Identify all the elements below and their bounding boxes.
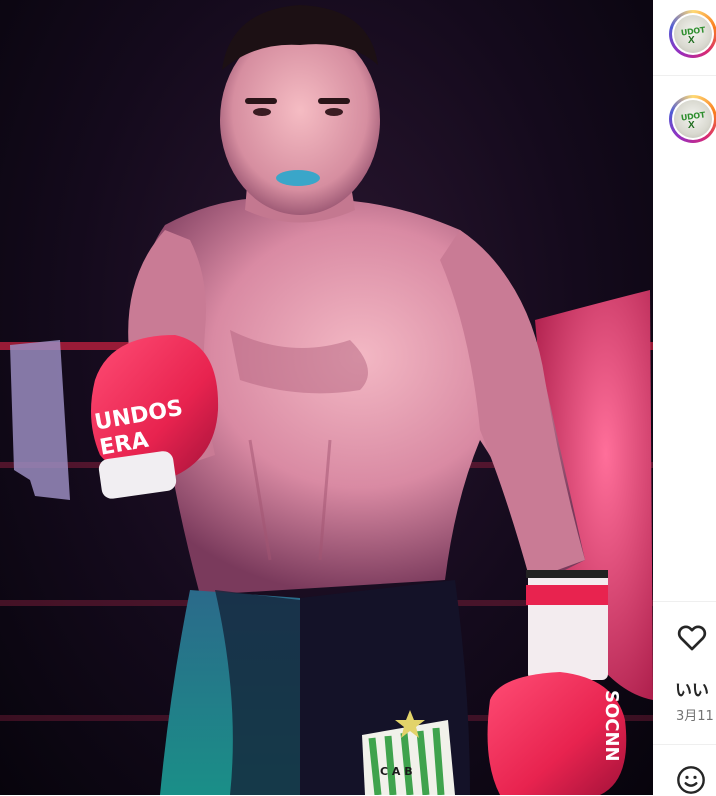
heart-icon[interactable] — [675, 620, 709, 654]
comment-row-2: UDOT X — [653, 76, 716, 151]
right-glove: SOCNN — [487, 672, 627, 795]
glove-text-right: SOCNN — [601, 690, 622, 762]
post-date[interactable]: 3月11 — [676, 705, 714, 724]
emoji-icon[interactable] — [675, 764, 707, 796]
section-divider — [653, 601, 716, 602]
mouthguard — [276, 170, 320, 186]
towel — [10, 340, 70, 500]
shorts-badge: C A B — [380, 765, 413, 778]
post-photo[interactable]: UNDOS ERA SOCNN C A B — [0, 0, 653, 795]
profile-avatar-1[interactable]: UDOT X — [669, 10, 716, 58]
comment-row-1: UDOT X — [653, 0, 716, 76]
boxer-shorts: C A B — [160, 580, 470, 795]
post-sidebar: UDOT X UDOT X いい 3月11 — [653, 0, 716, 795]
boxer-illustration: UNDOS ERA SOCNN C A B — [0, 5, 653, 795]
profile-avatar-2[interactable]: UDOT X — [669, 95, 716, 143]
avatar-image: UDOT X — [674, 100, 712, 138]
avatar-image: UDOT X — [674, 15, 712, 53]
likes-count[interactable]: いい — [675, 676, 709, 701]
section-divider — [653, 744, 716, 745]
